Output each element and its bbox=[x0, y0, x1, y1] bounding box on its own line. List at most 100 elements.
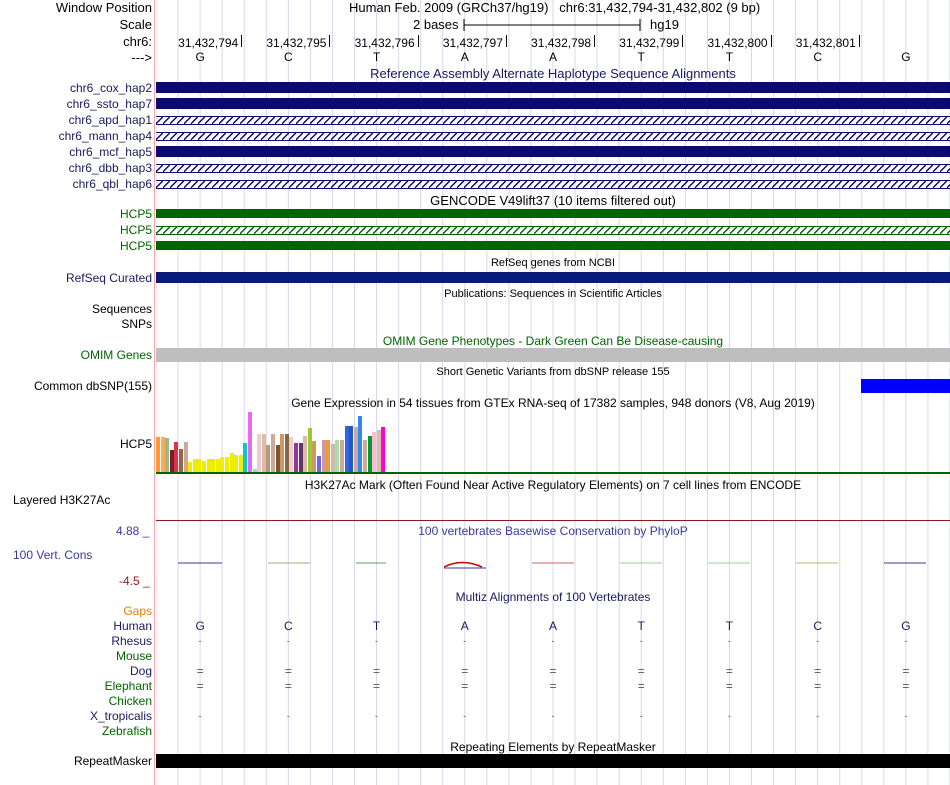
gtex-tissue-bar[interactable] bbox=[294, 443, 298, 472]
gtex-tissue-bar[interactable] bbox=[335, 440, 340, 472]
gtex-tissue-bar[interactable] bbox=[303, 436, 308, 472]
alt-haplotype-alignment[interactable] bbox=[156, 132, 950, 141]
repeatmasker-element[interactable] bbox=[156, 754, 950, 768]
dbsnp-title[interactable]: Short Genetic Variants from dbSNP releas… bbox=[156, 366, 950, 379]
gtex-tissue-bar[interactable] bbox=[330, 443, 335, 472]
alt-haplotype-label[interactable]: chr6_mcf_hap5 bbox=[69, 145, 152, 159]
gtex-tissue-bar[interactable] bbox=[349, 425, 354, 472]
gtex-tissue-bar[interactable] bbox=[271, 434, 275, 472]
gtex-tissue-bar[interactable] bbox=[363, 440, 367, 472]
gtex-tissue-bar[interactable] bbox=[197, 458, 202, 472]
alt-haplotype-alignment[interactable] bbox=[156, 146, 950, 157]
gencode-transcript[interactable] bbox=[156, 209, 950, 218]
gtex-tissue-bar[interactable] bbox=[165, 437, 170, 472]
gencode-transcript-label[interactable]: HCP5 bbox=[120, 223, 152, 237]
species-label[interactable]: Zebrafish bbox=[102, 724, 152, 738]
gtex-tissue-bar[interactable] bbox=[206, 458, 211, 472]
gtex-tissue-bar[interactable] bbox=[248, 412, 252, 472]
gtex-tissue-bar[interactable] bbox=[183, 442, 188, 472]
gtex-tissue-bar[interactable] bbox=[243, 443, 248, 472]
gtex-tissue-bar[interactable] bbox=[367, 436, 372, 472]
gencode-transcript-label[interactable]: HCP5 bbox=[120, 207, 152, 221]
gtex-tissue-bar[interactable] bbox=[340, 440, 344, 472]
gtex-tissue-bar[interactable] bbox=[321, 440, 326, 472]
gtex-tissue-bar[interactable] bbox=[220, 457, 225, 472]
gtex-tissue-bar[interactable] bbox=[376, 430, 381, 472]
gtex-tissue-bar[interactable] bbox=[381, 427, 386, 472]
repeatmasker-title[interactable]: Repeating Elements by RepeatMasker bbox=[156, 740, 950, 754]
gtex-tissue-bar[interactable] bbox=[317, 455, 321, 472]
gtex-tissue-bar[interactable] bbox=[215, 458, 220, 472]
species-label[interactable]: Human bbox=[113, 619, 152, 633]
publications-title[interactable]: Publications: Sequences in Scientific Ar… bbox=[156, 288, 950, 301]
gtex-tissue-bar[interactable] bbox=[238, 454, 243, 472]
phylop-title[interactable]: 100 vertebrates Basewise Conservation by… bbox=[156, 524, 950, 538]
gtex-tissue-bar[interactable] bbox=[234, 454, 239, 472]
gtex-tissue-bar[interactable] bbox=[307, 427, 312, 472]
gtex-tissue-bar[interactable] bbox=[275, 445, 280, 472]
h3k27ac-title[interactable]: H3K27Ac Mark (Often Found Near Active Re… bbox=[156, 478, 950, 492]
refseq-gene-hcp5[interactable] bbox=[156, 272, 950, 283]
gtex-tissue-bar[interactable] bbox=[289, 437, 294, 472]
gtex-tissue-bar[interactable] bbox=[372, 431, 377, 472]
species-label[interactable]: Elephant bbox=[105, 679, 152, 693]
alt-haplotype-alignment[interactable] bbox=[156, 98, 950, 109]
gtex-tissue-bar[interactable] bbox=[298, 443, 303, 472]
gtex-tissue-bar[interactable] bbox=[160, 436, 165, 472]
gencode-transcript[interactable] bbox=[156, 226, 950, 235]
alt-haplotype-alignment[interactable] bbox=[156, 180, 950, 189]
gtex-tissue-bar[interactable] bbox=[280, 434, 285, 472]
gtex-tissue-bar[interactable] bbox=[358, 416, 363, 472]
gencode-title[interactable]: GENCODE V49lift37 (10 items filtered out… bbox=[156, 193, 950, 208]
gtex-tissue-bar[interactable] bbox=[353, 427, 358, 472]
gtex-tissue-bar[interactable] bbox=[344, 425, 349, 472]
species-label[interactable]: Mouse bbox=[116, 649, 152, 663]
species-label[interactable]: X_tropicalis bbox=[90, 709, 152, 723]
gtex-tissue-bar[interactable] bbox=[229, 452, 234, 472]
gtex-title[interactable]: Gene Expression in 54 tissues from GTEx … bbox=[156, 396, 950, 410]
dbsnp-variant[interactable] bbox=[861, 379, 950, 393]
gtex-bar-graph[interactable] bbox=[156, 410, 556, 472]
species-label[interactable]: Rhesus bbox=[111, 634, 152, 648]
repeatmasker-label[interactable]: RepeatMasker bbox=[74, 754, 152, 768]
gtex-tissue-bar[interactable] bbox=[211, 458, 216, 472]
alt-haplotype-label[interactable]: chr6_cox_hap2 bbox=[70, 81, 152, 95]
refseq-label[interactable]: RefSeq Curated bbox=[66, 271, 152, 285]
alt-haplotype-label[interactable]: chr6_qbl_hap6 bbox=[73, 177, 152, 191]
omim-label[interactable]: OMIM Genes bbox=[81, 348, 152, 362]
alt-haplotype-label[interactable]: chr6_ssto_hap7 bbox=[67, 97, 152, 111]
gtex-tissue-bar[interactable] bbox=[312, 440, 317, 472]
gtex-tissue-bar[interactable] bbox=[192, 458, 197, 472]
h3k27ac-label[interactable]: Layered H3K27Ac bbox=[13, 493, 110, 507]
alt-haplotype-label[interactable]: chr6_apd_hap1 bbox=[69, 113, 152, 127]
alt-haplotype-label[interactable]: chr6_mann_hap4 bbox=[59, 129, 152, 143]
publications-snps-label[interactable]: SNPs bbox=[121, 317, 152, 331]
alt-haplotype-alignment[interactable] bbox=[156, 116, 950, 125]
gtex-tissue-bar[interactable] bbox=[284, 434, 289, 472]
gtex-tissue-bar[interactable] bbox=[261, 434, 266, 472]
alt-haplotype-alignment[interactable] bbox=[156, 164, 950, 173]
gtex-tissue-bar[interactable] bbox=[202, 460, 206, 472]
publications-sequences-label[interactable]: Sequences bbox=[92, 302, 152, 316]
gtex-tissue-bar[interactable] bbox=[179, 449, 183, 472]
gtex-tissue-bar[interactable] bbox=[326, 440, 331, 472]
gtex-tissue-bar[interactable] bbox=[169, 449, 174, 472]
species-label[interactable]: Dog bbox=[130, 664, 152, 678]
gtex-tissue-bar[interactable] bbox=[225, 457, 229, 472]
gtex-tissue-bar[interactable] bbox=[156, 436, 160, 472]
gtex-label[interactable]: HCP5 bbox=[120, 437, 152, 451]
omim-gene-bar[interactable] bbox=[156, 348, 950, 362]
gtex-tissue-bar[interactable] bbox=[174, 442, 179, 472]
alt-haplotype-alignment[interactable] bbox=[156, 82, 950, 93]
gencode-transcript-label[interactable]: HCP5 bbox=[120, 239, 152, 253]
phylop-label[interactable]: 100 Vert. Cons bbox=[13, 548, 92, 562]
dbsnp-label[interactable]: Common dbSNP(155) bbox=[34, 379, 152, 393]
species-label[interactable]: Chicken bbox=[109, 694, 152, 708]
gencode-transcript[interactable] bbox=[156, 241, 950, 250]
multiz-title[interactable]: Multiz Alignments of 100 Vertebrates bbox=[156, 590, 950, 604]
gtex-tissue-bar[interactable] bbox=[188, 462, 193, 472]
refseq-title[interactable]: RefSeq genes from NCBI bbox=[156, 257, 950, 270]
alt-haplotype-title[interactable]: Reference Assembly Alternate Haplotype S… bbox=[156, 66, 950, 81]
alt-haplotype-label[interactable]: chr6_dbb_hap3 bbox=[69, 161, 152, 175]
gtex-tissue-bar[interactable] bbox=[266, 445, 271, 472]
